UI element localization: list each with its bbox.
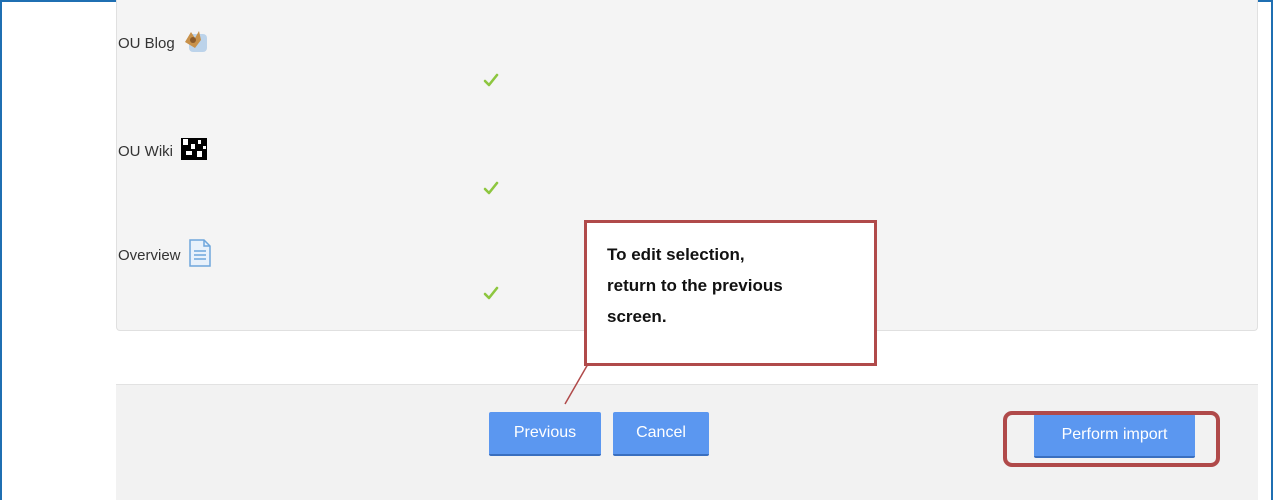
callout-line-1: To edit selection,: [607, 245, 745, 264]
activity-label: OU Wiki: [118, 142, 173, 160]
activity-label: OU Blog: [118, 34, 175, 52]
activity-label: Overview: [118, 246, 181, 264]
ou-blog-icon: [181, 28, 209, 58]
callout-line-3: screen.: [607, 307, 667, 326]
activity-ou-wiki: OU Wiki: [118, 136, 209, 166]
previous-button[interactable]: Previous: [489, 412, 601, 456]
annotation-callout: To edit selection, return to the previou…: [584, 220, 877, 366]
perform-import-highlight: [1003, 411, 1220, 467]
activity-overview: Overview: [118, 238, 213, 272]
page-icon: [187, 238, 213, 272]
cancel-button[interactable]: Cancel: [613, 412, 709, 456]
callout-line-2: return to the previous: [607, 276, 783, 295]
checkmark-icon: [483, 181, 499, 195]
ou-wiki-icon: [179, 136, 209, 166]
checkmark-icon: [483, 286, 499, 300]
activity-ou-blog: OU Blog: [118, 28, 209, 58]
checkmark-icon: [483, 73, 499, 87]
